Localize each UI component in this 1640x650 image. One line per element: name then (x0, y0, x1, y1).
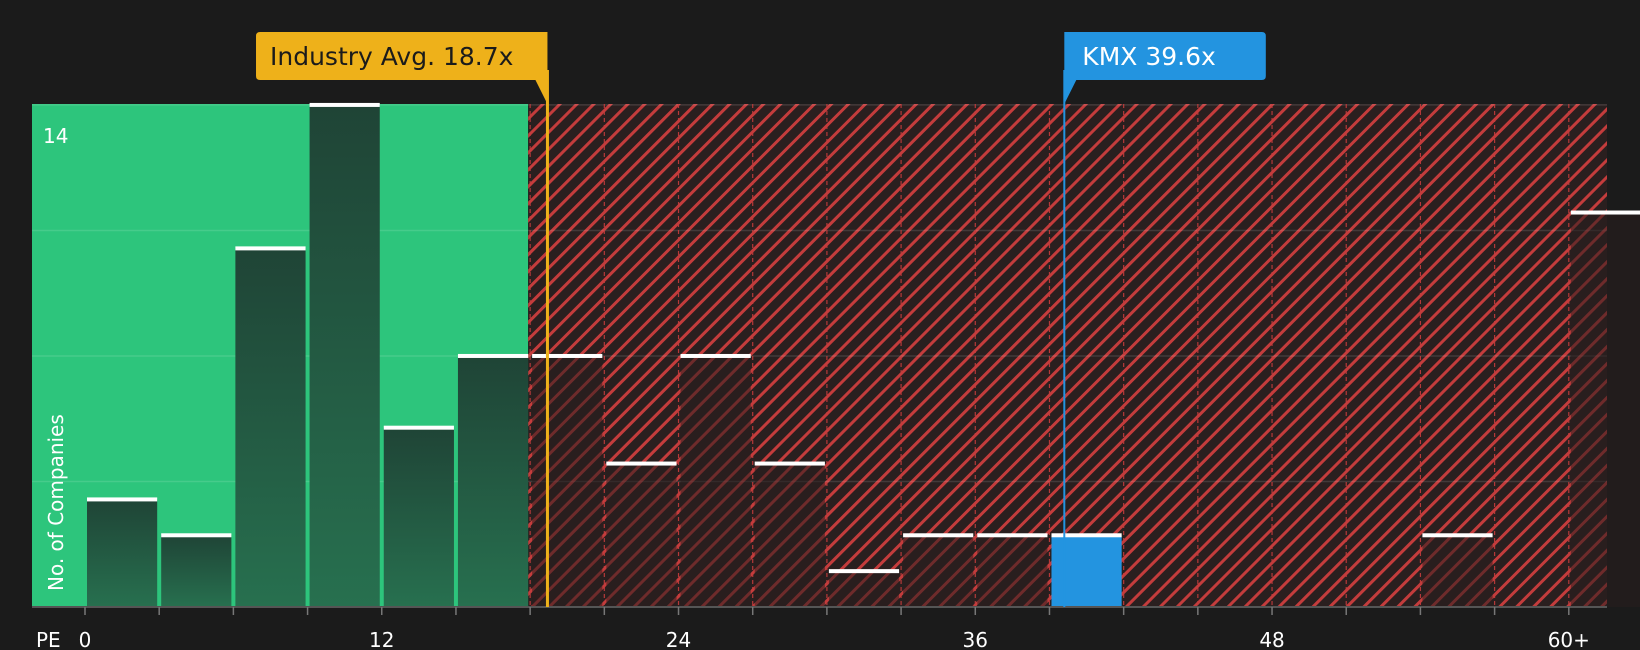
bar-3 (309, 104, 380, 608)
bar-cap-7 (606, 461, 677, 466)
bar-9 (754, 463, 825, 607)
x-tick-label-2: 24 (666, 628, 691, 650)
x-tick-label-4: 48 (1259, 628, 1284, 650)
bar-cap-13 (1051, 533, 1122, 538)
bar-cap-11 (903, 533, 974, 538)
bar-13 (1051, 535, 1122, 607)
bar-cap-20 (1570, 210, 1640, 215)
bar-cap-9 (754, 461, 825, 466)
x-tick-label-3: 36 (963, 628, 988, 650)
industry-avg-label: Industry Avg. 18.7x (270, 42, 513, 71)
bar-6 (532, 355, 603, 607)
bar-4 (383, 427, 454, 607)
bar-5 (457, 355, 529, 607)
bar-8 (680, 355, 751, 607)
bar-11 (903, 535, 974, 607)
bar-cap-8 (680, 353, 751, 358)
bar-cap-2 (235, 246, 306, 251)
company-pe-label: KMX 39.6x (1082, 42, 1216, 71)
bar-18 (1422, 535, 1493, 607)
y-axis-tick-label: 14 (43, 124, 68, 148)
x-tick-label-1: 12 (369, 628, 394, 650)
bar-20 (1570, 212, 1640, 607)
bar-cap-12 (977, 533, 1048, 538)
bar-cap-18 (1422, 533, 1493, 538)
bar-cap-4 (383, 425, 454, 430)
bar-0 (87, 499, 158, 607)
bar-cap-5 (457, 353, 529, 358)
x-axis-label: PE (36, 628, 61, 650)
bar-cap-10 (828, 569, 900, 574)
bar-12 (977, 535, 1048, 607)
x-tick-label-5: 60+ (1548, 628, 1590, 650)
industry-avg-callout: Industry Avg. 18.7x (256, 32, 548, 104)
company-callout: KMX 39.6x (1064, 32, 1266, 104)
bar-1 (161, 535, 232, 607)
bar-cap-0 (87, 497, 158, 502)
y-axis-label: No. of Companies (44, 414, 68, 591)
bar-cap-1 (161, 533, 232, 538)
x-tick-label-0: 0 (79, 628, 92, 650)
bar-10 (828, 571, 900, 607)
bar-cap-6 (532, 353, 603, 358)
bar-cap-3 (309, 102, 380, 107)
bar-2 (235, 248, 306, 607)
bar-7 (606, 463, 677, 607)
pe-distribution-chart: 0 12 24 36 48 60+ 14 No. of Companies PE Indu… (32, 32, 1640, 650)
